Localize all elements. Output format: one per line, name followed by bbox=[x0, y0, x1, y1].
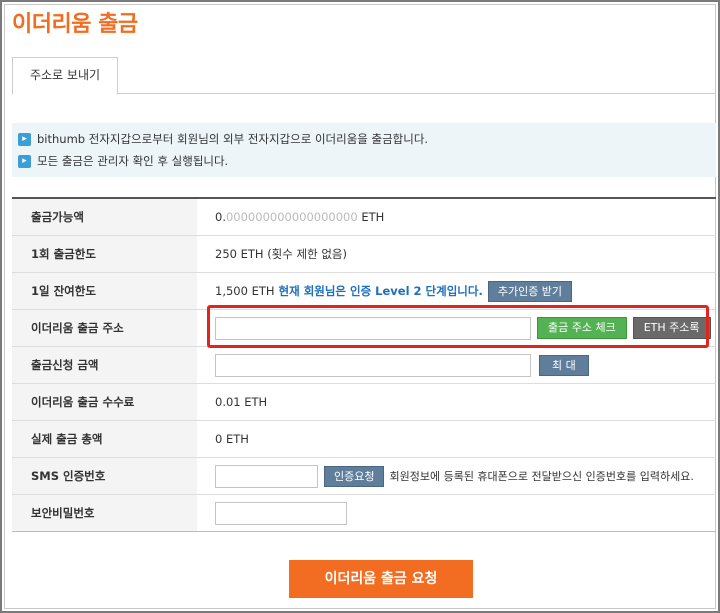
withdraw-request-button[interactable]: 이더리움 출금 요청 bbox=[289, 560, 473, 598]
sms-hint: 회원정보에 등록된 휴대폰으로 전달받으신 인증번호를 입력하세요. bbox=[389, 470, 694, 483]
auth-level-notice: 현재 회원님은 인증 Level 2 단계입니다. bbox=[278, 284, 483, 298]
total-label: 실제 출금 총액 bbox=[12, 421, 197, 457]
row-total: 실제 출금 총액 0 ETH bbox=[12, 421, 716, 458]
tab-bar: 주소로 보내기 bbox=[12, 57, 716, 95]
check-address-button[interactable]: 출금 주소 체크 bbox=[537, 317, 627, 339]
withdraw-form: 출금가능액 0. 000000000000000000 ETH 1회 출금한도 2… bbox=[12, 197, 716, 532]
eth-address-input[interactable] bbox=[215, 316, 531, 340]
notice-text: bithumb 전자지갑으로부터 회원님의 외부 전자지갑으로 이더리움을 출금… bbox=[37, 132, 429, 146]
amount-input[interactable] bbox=[215, 353, 531, 377]
notice-text: 모든 출금은 관리자 확인 후 실행됩니다. bbox=[37, 154, 229, 168]
fee-label: 이더리움 출금 수수료 bbox=[12, 384, 197, 420]
max-amount-button[interactable]: 최 대 bbox=[539, 354, 589, 376]
row-daily-limit: 1일 잔여한도 1,500 ETH 현재 회원님은 인증 Level 2 단계입… bbox=[12, 273, 716, 310]
fee-value: 0.01 ETH bbox=[215, 395, 268, 409]
row-fee: 이더리움 출금 수수료 0.01 ETH bbox=[12, 384, 716, 421]
available-unit: ETH bbox=[357, 210, 385, 224]
eth-address-book-button[interactable]: ETH 주소록 bbox=[632, 317, 711, 339]
security-password-input[interactable] bbox=[215, 501, 347, 525]
address-value: 출금 주소 체크 ETH 주소록 bbox=[215, 310, 716, 346]
row-password: 보안비밀번호 bbox=[12, 495, 716, 532]
amount-value: 최 대 bbox=[215, 347, 716, 383]
single-limit-value: 250 ETH (횟수 제한 없음) bbox=[215, 247, 347, 261]
available-label: 출금가능액 bbox=[12, 199, 197, 235]
row-address: 이더리움 출금 주소 출금 주소 체크 ETH 주소록 bbox=[12, 310, 716, 347]
sms-label: SMS 인증번호 bbox=[12, 458, 197, 494]
sms-code-input[interactable] bbox=[215, 464, 318, 488]
notice-item: ▸ bithumb 전자지갑으로부터 회원님의 외부 전자지갑으로 이더리움을 … bbox=[18, 128, 710, 150]
address-label: 이더리움 출금 주소 bbox=[12, 310, 197, 346]
total-value: 0 ETH bbox=[215, 432, 249, 446]
password-value bbox=[215, 495, 716, 531]
notice-item: ▸ 모든 출금은 관리자 확인 후 실행됩니다. bbox=[18, 150, 710, 172]
row-single-limit: 1회 출금한도 250 ETH (횟수 제한 없음) bbox=[12, 236, 716, 273]
row-available: 출금가능액 0. 000000000000000000 ETH bbox=[12, 199, 716, 236]
daily-limit-value: 1,500 ETH 현재 회원님은 인증 Level 2 단계입니다. 추가인증… bbox=[215, 273, 716, 309]
single-limit-label: 1회 출금한도 bbox=[12, 236, 197, 272]
arrow-right-icon: ▸ bbox=[18, 154, 31, 168]
available-value: 0. 000000000000000000 ETH bbox=[215, 199, 716, 235]
row-sms: SMS 인증번호 인증요청 회원정보에 등록된 휴대폰으로 전달받으신 인증번호… bbox=[12, 458, 716, 495]
daily-limit-label: 1일 잔여한도 bbox=[12, 273, 197, 309]
request-auth-button[interactable]: 인증요청 bbox=[324, 465, 385, 487]
notice-box: ▸ bithumb 전자지갑으로부터 회원님의 외부 전자지갑으로 이더리움을 … bbox=[12, 123, 716, 177]
page-title: 이더리움 출금 bbox=[12, 12, 138, 37]
available-decimals: 000000000000000000 bbox=[225, 210, 358, 224]
amount-label: 출금신청 금액 bbox=[12, 347, 197, 383]
available-prefix: 0. bbox=[215, 210, 226, 224]
tab-send-to-address[interactable]: 주소로 보내기 bbox=[12, 57, 118, 95]
row-amount: 출금신청 금액 최 대 bbox=[12, 347, 716, 384]
arrow-right-icon: ▸ bbox=[18, 132, 31, 146]
daily-limit-amount: 1,500 ETH bbox=[215, 284, 275, 298]
password-label: 보안비밀번호 bbox=[12, 495, 197, 531]
sms-value: 인증요청 회원정보에 등록된 휴대폰으로 전달받으신 인증번호를 입력하세요. bbox=[215, 458, 716, 494]
additional-auth-button[interactable]: 추가인증 받기 bbox=[487, 280, 573, 302]
